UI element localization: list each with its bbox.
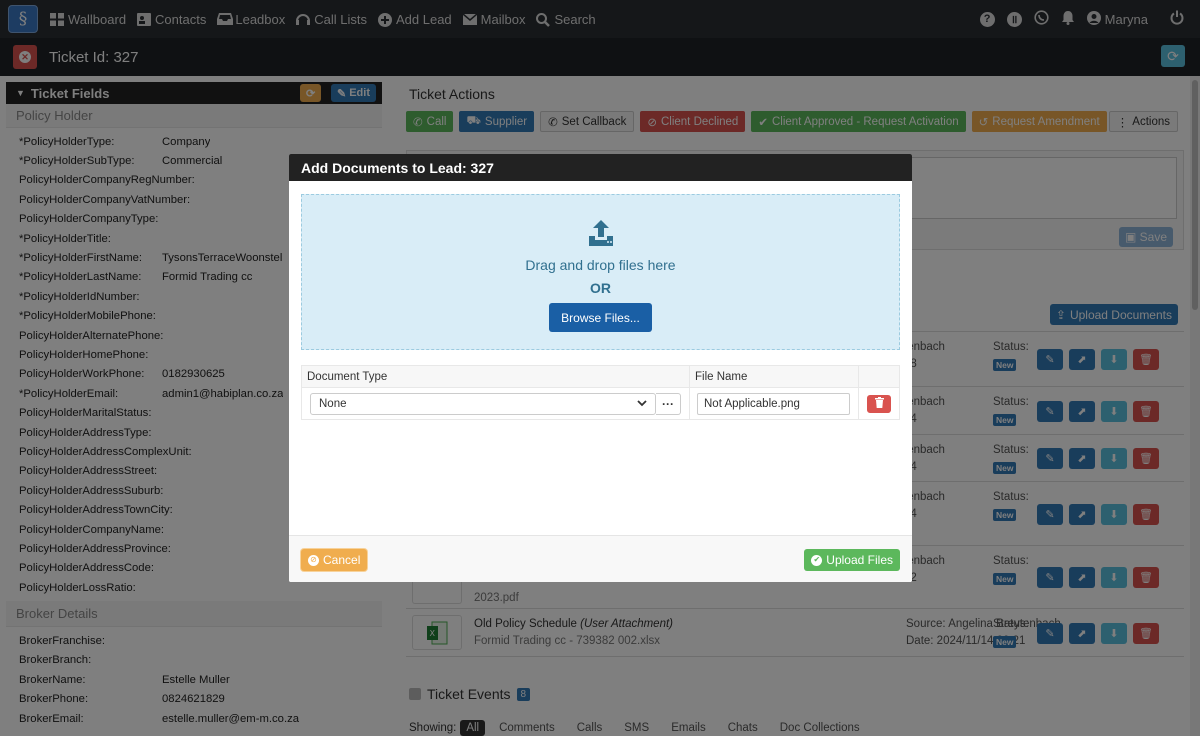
ellipsis-icon: ···: [662, 396, 674, 411]
document-type-cell: None ···: [302, 388, 690, 419]
upload-files-label: Upload Files: [826, 553, 893, 567]
file-name-cell: Not Applicable.png: [690, 388, 859, 419]
modal-footer: ⊘ Cancel ✔ Upload Files: [289, 535, 912, 582]
add-documents-modal: Add Documents to Lead: 327 Drag and drop…: [289, 154, 912, 582]
browse-files-button[interactable]: Browse Files...: [549, 303, 652, 332]
table-header: Document Type File Name: [302, 366, 899, 388]
document-type-select[interactable]: None: [310, 392, 656, 415]
cancel-button[interactable]: ⊘ Cancel: [301, 549, 368, 571]
check-circle-icon: ✔: [811, 554, 823, 566]
trash-icon: [874, 396, 884, 411]
chevron-down-icon: [637, 398, 647, 410]
upload-files-button[interactable]: ✔ Upload Files: [804, 549, 900, 571]
cancel-label: Cancel: [323, 553, 361, 567]
or-text: OR: [590, 280, 611, 296]
remove-file-button[interactable]: [867, 394, 891, 413]
file-name-input[interactable]: Not Applicable.png: [697, 392, 850, 415]
documents-table: Document Type File Name None ··· Not App…: [301, 365, 900, 420]
col-actions: [859, 366, 899, 387]
upload-tray-icon: [587, 219, 615, 247]
drag-drop-text: Drag and drop files here: [525, 257, 676, 273]
more-options-button[interactable]: ···: [656, 392, 681, 415]
table-row: None ··· Not Applicable.png: [302, 388, 899, 419]
modal-title: Add Documents to Lead: 327: [289, 154, 912, 181]
document-type-value: None: [319, 397, 347, 410]
file-dropzone[interactable]: Drag and drop files here OR Browse Files…: [301, 194, 900, 350]
col-file-name: File Name: [690, 366, 859, 387]
col-document-type: Document Type: [302, 366, 690, 387]
row-actions-cell: [859, 388, 899, 419]
ban-icon: ⊘: [308, 554, 319, 566]
